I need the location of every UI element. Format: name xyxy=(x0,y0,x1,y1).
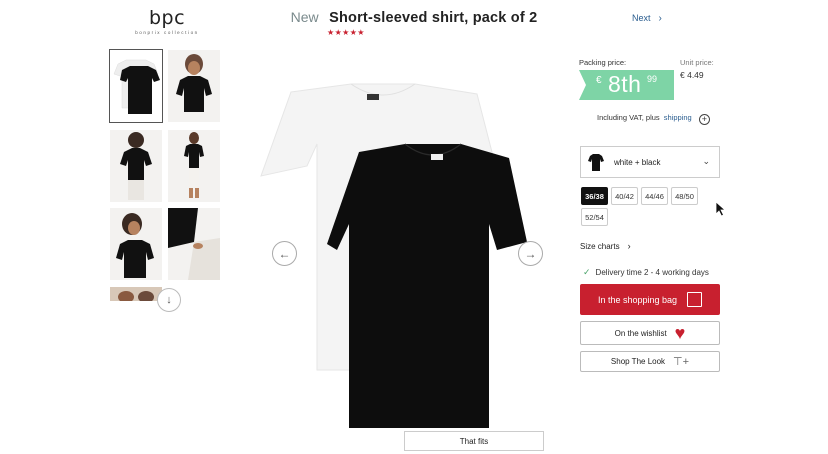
that-fits-button[interactable]: That fits xyxy=(404,431,544,451)
rating-stars[interactable]: ★★★★★ xyxy=(327,28,365,37)
packing-price-label: Packing price: xyxy=(579,58,627,67)
vat-info: Including VAT, plus shipping + xyxy=(597,113,710,125)
plus-circle-icon[interactable]: + xyxy=(698,114,710,125)
main-product-image[interactable] xyxy=(255,80,540,434)
thumbnails-scroll-down-button[interactable]: ↓ xyxy=(157,288,181,312)
thumbnail-1[interactable] xyxy=(109,49,163,123)
model-image xyxy=(168,130,220,202)
shipping-link[interactable]: shipping xyxy=(664,113,692,122)
heart-icon: ♥ xyxy=(674,323,686,343)
next-image-button[interactable]: → xyxy=(518,241,543,266)
add-to-cart-button[interactable]: In the shopping bag xyxy=(580,284,720,315)
thumbnail-5[interactable] xyxy=(110,208,162,280)
model-image xyxy=(110,130,162,202)
size-option-48-50[interactable]: 48/50 xyxy=(671,187,698,205)
tshirt-pack-image xyxy=(260,83,527,428)
wishlist-button[interactable]: On the wishlist ♥ xyxy=(580,321,720,345)
model-image xyxy=(168,50,220,122)
size-charts-link[interactable]: Size charts › xyxy=(580,241,631,251)
price-badge: € 8th 99 xyxy=(579,70,674,100)
chevron-right-icon: › xyxy=(658,13,662,24)
new-badge: New xyxy=(290,9,319,25)
delivery-text: Delivery time 2 - 4 working days xyxy=(595,268,709,277)
delivery-info: ✓ Delivery time 2 - 4 working days xyxy=(583,267,709,278)
cart-button-label: In the shopping bag xyxy=(597,294,678,305)
product-title: Short-sleeved shirt, pack of 2 xyxy=(329,10,538,26)
shopping-bag-icon xyxy=(687,292,703,307)
wishlist-button-label: On the wishlist xyxy=(614,328,667,338)
size-option-40-42[interactable]: 40/42 xyxy=(611,187,638,205)
thumbnail-4[interactable] xyxy=(168,130,220,202)
arrow-down-icon: ↓ xyxy=(166,294,172,306)
price-currency: € xyxy=(596,75,602,86)
model-image xyxy=(110,287,162,301)
unit-price-value: € 4.49 xyxy=(680,70,704,80)
price-main: 8th xyxy=(608,71,642,97)
price-cents: 99 xyxy=(647,74,658,84)
logo-tagline: bonprix collection xyxy=(135,30,199,35)
vat-text: Including VAT, plus xyxy=(597,113,660,122)
size-option-44-46[interactable]: 44/46 xyxy=(641,187,668,205)
thumbnail-2[interactable] xyxy=(168,50,220,122)
color-select-value: white + black xyxy=(614,157,661,167)
color-select[interactable]: white + black ⌄ xyxy=(580,146,720,178)
size-option-36-38[interactable]: 36/38 xyxy=(581,187,608,205)
shop-the-look-label: Shop The Look xyxy=(610,357,666,366)
check-icon: ✓ xyxy=(583,267,591,277)
arrow-left-icon: ← xyxy=(278,246,291,261)
next-product-link[interactable]: Next › xyxy=(632,13,662,24)
previous-image-button[interactable]: ← xyxy=(272,241,297,266)
thumbnail-6[interactable] xyxy=(168,208,220,280)
size-charts-label: Size charts xyxy=(580,242,620,251)
detail-image xyxy=(168,208,220,280)
size-option-52-54[interactable]: 52/54 xyxy=(581,208,608,226)
model-image xyxy=(110,208,162,280)
product-header: New Short-sleeved shirt, pack of 2 xyxy=(0,9,828,27)
shirt-plus-icon: ⊤+ xyxy=(673,356,690,368)
tshirt-pair-image xyxy=(110,50,162,122)
next-label: Next xyxy=(632,13,651,23)
unit-price-label: Unit price: xyxy=(680,58,714,67)
shop-the-look-button[interactable]: Shop The Look ⊤+ xyxy=(580,351,720,372)
chevron-right-icon: › xyxy=(627,241,631,251)
chevron-down-icon: ⌄ xyxy=(702,156,710,166)
thumbnail-3[interactable] xyxy=(110,130,162,202)
thumbnail-7[interactable] xyxy=(110,287,162,301)
color-swatch-icon xyxy=(588,154,604,171)
mouse-cursor-icon xyxy=(715,201,727,217)
arrow-right-icon: → xyxy=(524,246,537,261)
